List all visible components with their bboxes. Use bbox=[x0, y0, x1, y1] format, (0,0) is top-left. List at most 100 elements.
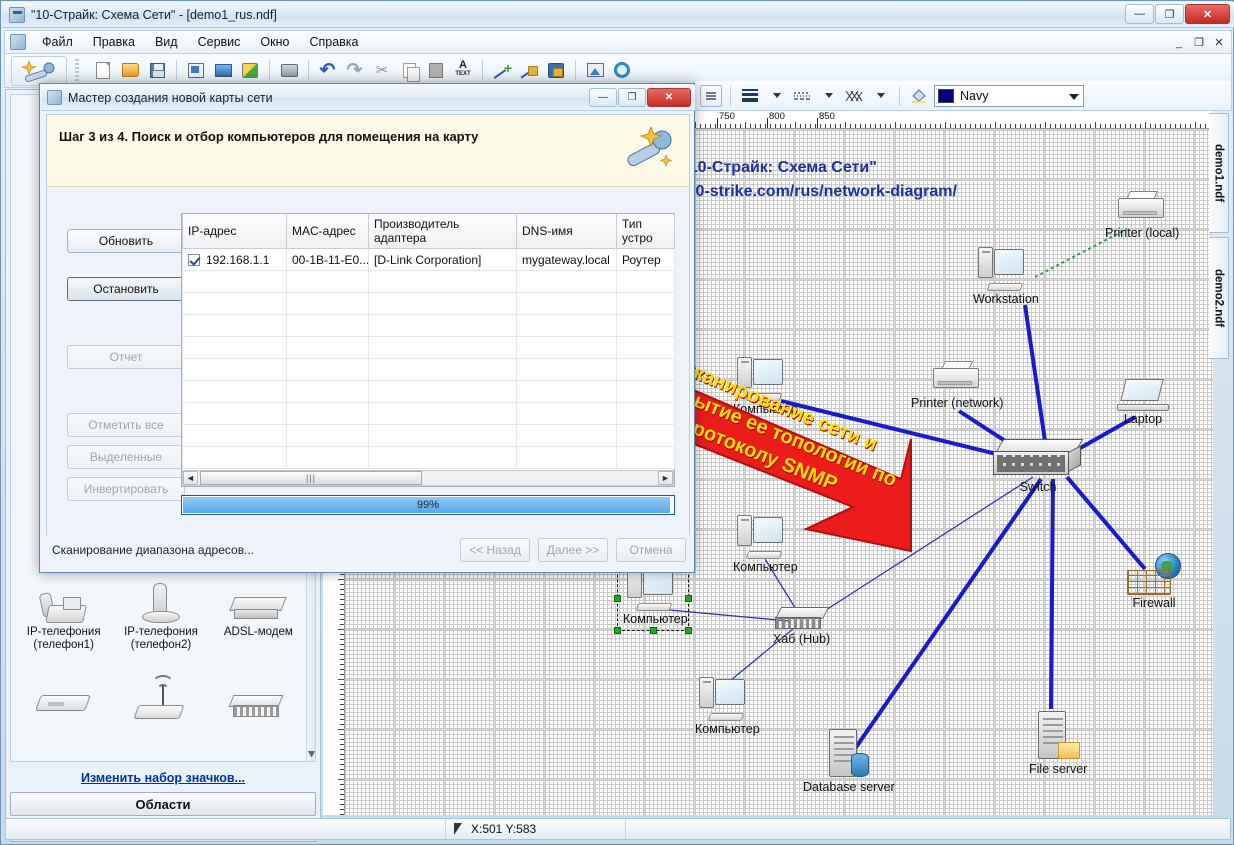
next-button[interactable]: Далее >> bbox=[538, 538, 608, 562]
palette-item-ip-phone-1[interactable]: IP-телефония(телефон1) bbox=[15, 571, 112, 663]
text-icon[interactable]: ATEXT bbox=[451, 57, 475, 83]
align-icon[interactable] bbox=[700, 85, 722, 107]
open-folder-icon[interactable] bbox=[118, 57, 142, 83]
devices-table-container[interactable]: IP-адрес MAC-адрес Производитель адаптер… bbox=[181, 213, 675, 487]
image-icon[interactable] bbox=[211, 57, 235, 83]
menu-view[interactable]: Вид bbox=[145, 32, 188, 52]
wizard-icon[interactable] bbox=[11, 56, 67, 86]
node-printer-network[interactable]: Printer (network) bbox=[911, 361, 1003, 410]
background-image-icon[interactable] bbox=[583, 57, 607, 83]
color-select[interactable]: Navy bbox=[934, 85, 1084, 107]
scroll-right-arrow-icon[interactable]: ► bbox=[658, 471, 673, 485]
palette-item-router[interactable] bbox=[15, 667, 112, 759]
dialog-maximize-button[interactable]: ❐ bbox=[618, 88, 646, 107]
new-document-icon[interactable] bbox=[91, 57, 115, 83]
node-computer-middle[interactable]: Компьютер bbox=[733, 515, 798, 574]
table-row[interactable]: 192.168.1.1 00-1B-11-E0... [D-Link Corpo… bbox=[183, 249, 675, 271]
maximize-button[interactable]: ❐ bbox=[1155, 4, 1184, 24]
resize-handle-w[interactable] bbox=[614, 595, 621, 602]
check-all-button[interactable]: Отметить все bbox=[67, 413, 185, 437]
chevron-down-icon[interactable] bbox=[1069, 94, 1079, 100]
back-button[interactable]: << Назад bbox=[460, 538, 530, 562]
table-row[interactable] bbox=[183, 315, 675, 337]
line-width-dropdown-icon[interactable] bbox=[765, 85, 787, 107]
change-icon-set-link[interactable]: Изменить набор значков... bbox=[81, 771, 245, 785]
column-header-ip[interactable]: IP-адрес bbox=[183, 214, 287, 249]
column-header-vendor[interactable]: Производитель адаптера bbox=[369, 214, 517, 249]
fill-color-icon[interactable] bbox=[238, 57, 262, 83]
cut-icon[interactable] bbox=[370, 57, 394, 83]
save-icon[interactable] bbox=[145, 57, 169, 83]
table-row[interactable] bbox=[183, 293, 675, 315]
palette-item-adsl-modem[interactable]: ADSL-модем bbox=[210, 571, 307, 663]
add-line-icon[interactable] bbox=[490, 57, 514, 83]
dialog-close-button[interactable]: ✕ bbox=[647, 88, 691, 107]
node-firewall[interactable]: Firewall bbox=[1127, 553, 1181, 610]
scroll-left-arrow-icon[interactable]: ◄ bbox=[183, 471, 198, 485]
selected-button[interactable]: Выделенные bbox=[67, 445, 185, 469]
table-horizontal-scrollbar[interactable]: ◄ ||| ► bbox=[182, 470, 674, 486]
resize-handle-se[interactable] bbox=[685, 627, 692, 634]
undo-icon[interactable] bbox=[316, 57, 340, 83]
node-laptop[interactable]: Laptop bbox=[1117, 379, 1169, 426]
stop-button[interactable]: Остановить bbox=[67, 277, 185, 301]
line-width-icon[interactable] bbox=[739, 85, 761, 107]
node-database-server[interactable]: Database server bbox=[803, 729, 895, 794]
table-row[interactable] bbox=[183, 447, 675, 469]
settings-gear-icon[interactable] bbox=[610, 57, 634, 83]
column-header-dns[interactable]: DNS-имя bbox=[517, 214, 617, 249]
palette-item-switch[interactable] bbox=[210, 667, 307, 759]
refresh-button[interactable]: Обновить bbox=[67, 229, 185, 253]
panel-section-areas[interactable]: Области bbox=[10, 792, 316, 816]
mdi-minimize-button[interactable]: _ bbox=[1170, 34, 1188, 51]
scroll-down-arrow-icon[interactable] bbox=[308, 751, 315, 759]
node-computer-selected[interactable]: Компьютер bbox=[623, 567, 688, 626]
redo-icon[interactable] bbox=[343, 57, 367, 83]
row-checkbox[interactable] bbox=[188, 254, 200, 266]
print-icon[interactable] bbox=[277, 57, 301, 83]
paint-bucket-icon[interactable] bbox=[908, 85, 930, 107]
column-header-type[interactable]: Тип устро bbox=[617, 214, 675, 249]
scrollbar-thumb[interactable]: ||| bbox=[200, 471, 422, 485]
import-map-icon[interactable] bbox=[184, 57, 208, 83]
palette-item-wireless-router[interactable] bbox=[112, 667, 209, 759]
node-workstation[interactable]: Workstation bbox=[973, 247, 1039, 306]
table-row[interactable] bbox=[183, 425, 675, 447]
table-row[interactable] bbox=[183, 381, 675, 403]
menu-window[interactable]: Окно bbox=[250, 32, 299, 52]
node-hub[interactable]: Хаб (Hub) bbox=[773, 607, 830, 646]
minimize-button[interactable]: — bbox=[1125, 4, 1154, 24]
tab-demo2[interactable]: demo2.ndf bbox=[1209, 237, 1229, 359]
menu-edit[interactable]: Правка bbox=[83, 32, 145, 52]
node-file-server[interactable]: File server bbox=[1029, 711, 1087, 776]
palette-item-ip-phone-2[interactable]: IP-телефония(телефон2) bbox=[112, 571, 209, 663]
menu-help[interactable]: Справка bbox=[299, 32, 368, 52]
lock-icon[interactable] bbox=[544, 57, 568, 83]
paste-icon[interactable] bbox=[424, 57, 448, 83]
tab-demo1[interactable]: demo1.ndf bbox=[1209, 113, 1229, 233]
hatch-pattern-icon[interactable] bbox=[843, 85, 865, 107]
resize-handle-sw[interactable] bbox=[614, 627, 621, 634]
table-row[interactable] bbox=[183, 403, 675, 425]
dialog-minimize-button[interactable]: — bbox=[589, 88, 617, 107]
menu-service[interactable]: Сервис bbox=[188, 32, 251, 52]
table-row[interactable] bbox=[183, 271, 675, 293]
invert-button[interactable]: Инвертировать bbox=[67, 477, 185, 501]
column-header-mac[interactable]: MAC-адрес bbox=[287, 214, 369, 249]
node-printer-local[interactable]: Printer (local) bbox=[1105, 191, 1179, 240]
report-button[interactable]: Отчет bbox=[67, 345, 185, 369]
node-computer-top[interactable]: Компьютер bbox=[733, 357, 798, 416]
mdi-restore-button[interactable]: ❐ bbox=[1190, 34, 1208, 51]
toolbar-grip[interactable] bbox=[75, 59, 79, 83]
menu-file[interactable]: Файл bbox=[32, 32, 83, 52]
node-switch[interactable]: Switch bbox=[993, 439, 1083, 494]
line-style-icon[interactable] bbox=[791, 85, 813, 107]
table-row[interactable] bbox=[183, 337, 675, 359]
node-computer-bottom[interactable]: Компьютер bbox=[695, 677, 760, 736]
table-row[interactable] bbox=[183, 359, 675, 381]
close-button[interactable]: ✕ bbox=[1185, 4, 1230, 24]
copy-icon[interactable] bbox=[397, 57, 421, 83]
cancel-button[interactable]: Отмена bbox=[616, 538, 686, 562]
mdi-close-button[interactable]: ✕ bbox=[1210, 34, 1228, 51]
resize-handle-s[interactable] bbox=[650, 627, 657, 634]
